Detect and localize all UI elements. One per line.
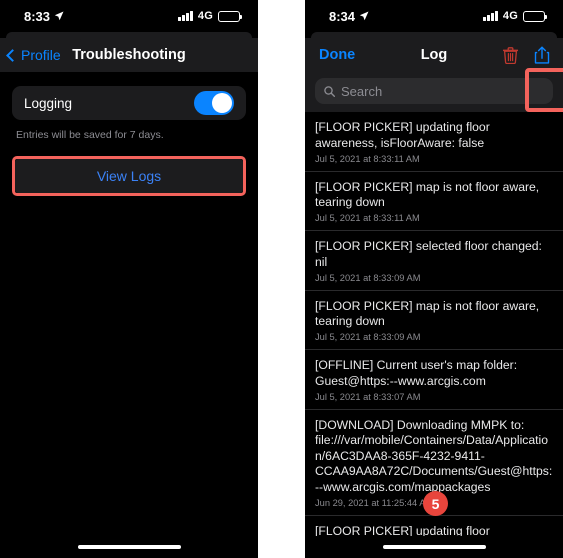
status-bar-left: 8:33 [24,9,64,24]
view-logs-highlight: View Logs [12,156,246,196]
status-bar-right: 4G [178,10,243,22]
toggle-knob [212,93,232,113]
network-type-label: 4G [197,10,213,22]
delete-logs-button[interactable] [497,42,523,68]
log-entry-timestamp: Jul 5, 2021 at 8:33:09 AM [315,332,421,342]
left-phone-screen: 8:33 4G Profile Troubleshooting Logging [0,0,258,558]
search-placeholder: Search [341,83,383,99]
share-icon [534,46,550,64]
log-nav-actions [497,38,555,72]
log-entry-message: [FLOOR PICKER] map is not floor aware, t… [315,298,540,329]
left-home-indicator-area [0,536,258,558]
log-entry-row[interactable]: [FLOOR PICKER] updating floor awareness,… [305,516,563,539]
back-button-label: Profile [21,47,61,63]
chevron-left-icon [6,48,19,62]
log-entry-message: [OFFLINE] Current user's map folder: Gue… [315,358,518,388]
home-indicator[interactable] [77,544,181,550]
troubleshooting-content: Logging Entries will be saved for 7 days… [0,86,258,558]
status-bar-time: 8:34 [329,8,356,24]
log-entry-row[interactable]: [FLOOR PICKER] updating floor awareness,… [305,112,563,172]
step-badge-5: 5 [423,491,448,516]
share-button-highlight [525,68,563,112]
log-entry-row[interactable]: [FLOOR PICKER] map is not floor aware, t… [305,172,563,231]
log-entry-message: [FLOOR PICKER] selected floor changed: n… [315,239,542,269]
log-entry-row[interactable]: [OFFLINE] Current user's map folder: Gue… [305,350,563,410]
log-nav-bar: Done Log [305,38,563,112]
right-phone-screen: 8:34 4G Done Log Search [FLOOR PICKER] u… [305,0,563,558]
share-logs-button[interactable] [529,42,555,68]
search-input[interactable]: Search [315,78,553,104]
status-bar-right: 4G [483,10,548,22]
left-status-bar: 8:33 4G [0,0,258,32]
battery-icon [523,10,548,22]
log-entry-row[interactable]: [FLOOR PICKER] selected floor changed: n… [305,231,563,291]
log-entry-message: [FLOOR PICKER] map is not floor aware, t… [315,179,540,210]
left-nav-bar: Profile Troubleshooting [0,38,258,72]
battery-icon [218,10,243,22]
location-arrow-icon [54,11,64,21]
home-indicator[interactable] [382,544,486,550]
network-type-label: 4G [502,10,518,22]
log-entry-timestamp: Jul 5, 2021 at 8:33:09 AM [315,272,421,283]
log-entry-message: [FLOOR PICKER] updating floor awareness,… [315,120,490,150]
back-button[interactable]: Profile [0,47,61,63]
retention-footnote: Entries will be saved for 7 days. [16,129,164,141]
log-entry-timestamp: Jul 5, 2021 at 8:33:07 AM [315,391,421,402]
logging-label: Logging [24,95,73,111]
log-entry-timestamp: Jul 5, 2021 at 8:33:11 AM [315,153,420,164]
log-entry-row[interactable]: [FLOOR PICKER] map is not floor aware, t… [305,291,563,350]
location-arrow-icon [359,11,369,21]
logging-setting-row[interactable]: Logging [12,86,246,120]
log-entry-timestamp: Jul 5, 2021 at 8:33:11 AM [315,213,420,223]
view-logs-label: View Logs [96,168,162,184]
cellular-signal-icon [178,11,193,21]
trash-icon [502,46,518,64]
search-icon [324,85,335,97]
log-entry-list[interactable]: [FLOOR PICKER] updating floor awareness,… [305,112,563,538]
status-bar-left: 8:34 [329,9,369,24]
cellular-signal-icon [483,11,498,21]
status-bar-time: 8:33 [24,8,51,24]
view-logs-button[interactable]: View Logs [15,159,243,193]
done-button[interactable]: Done [305,47,355,63]
screenshot-root: 8:33 4G Profile Troubleshooting Logging [0,0,563,558]
right-home-indicator-area [305,536,563,558]
panel-gap [258,0,305,558]
right-status-bar: 8:34 4G [305,0,563,32]
logging-toggle[interactable] [194,91,234,115]
log-entry-message: [DOWNLOAD] Downloading MMPK to: file:///… [315,417,553,494]
